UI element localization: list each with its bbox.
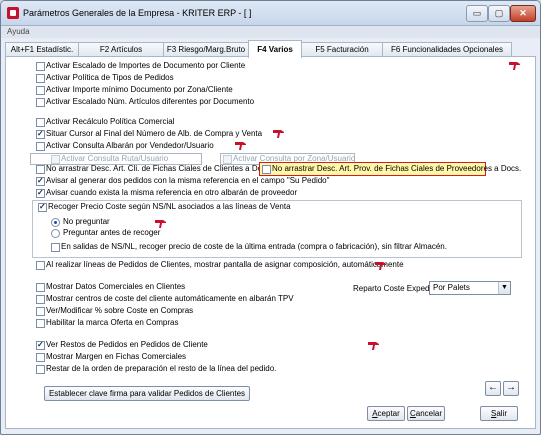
recoger-precio-checkbox[interactable]: [38, 202, 47, 212]
tab-articulos[interactable]: F2 Artículos: [78, 42, 164, 57]
preguntar-radio[interactable]: [51, 229, 60, 238]
tab-facturacion[interactable]: F5 Facturación: [301, 42, 383, 57]
help-icon[interactable]: [235, 142, 247, 151]
prev-arrow-button[interactable]: ←: [485, 381, 501, 396]
consulta-albaran-checkbox[interactable]: [36, 142, 45, 151]
preguntar-label: Preguntar antes de recoger: [63, 228, 161, 237]
reparto-select[interactable]: Por Palets ▼: [429, 281, 511, 295]
recalculo-politica-checkbox[interactable]: [36, 118, 45, 127]
varios-panel: Activar Escalado de Importes de Document…: [5, 56, 536, 429]
centros-coste-checkbox[interactable]: [36, 295, 45, 304]
situar-cursor-checkbox[interactable]: [36, 129, 45, 139]
close-button[interactable]: ✕: [510, 5, 536, 22]
minimize-button[interactable]: ▭: [466, 5, 488, 22]
no-arrastrar-cli-checkbox[interactable]: [36, 165, 45, 174]
maximize-button[interactable]: ▢: [488, 5, 510, 22]
salir-label: alir: [496, 409, 507, 418]
help-icon[interactable]: [509, 62, 521, 71]
reparto-label: Reparto Coste Exped.: [353, 284, 432, 293]
importe-minimo-checkbox[interactable]: [36, 86, 45, 95]
cancelar-label: ancelar: [415, 409, 443, 418]
tab-estadistic[interactable]: Alt+F1 Estadístic.: [5, 42, 79, 57]
parametros-window: Parámetros Generales de la Empresa - KRI…: [0, 0, 541, 435]
reparto-value: Por Palets: [433, 283, 470, 292]
ver-modificar-checkbox[interactable]: [36, 307, 45, 316]
tab-riesgo[interactable]: F3 Riesgo/Marg.Bruto: [163, 42, 249, 57]
establecer-clave-button[interactable]: Establecer clave firma para validar Pedi…: [44, 386, 250, 401]
title-bar: Parámetros Generales de la Empresa - KRI…: [1, 1, 540, 26]
window-title: Parámetros Generales de la Empresa - KRI…: [23, 8, 252, 18]
aceptar-button[interactable]: Aceptar: [367, 406, 405, 421]
consulta-zona-checkbox[interactable]: [223, 155, 232, 164]
tab-funcionalidades[interactable]: F6 Funcionalidades Opcionales: [382, 42, 512, 57]
avisar-pedidos-checkbox[interactable]: [36, 176, 45, 186]
aceptar-label: ceptar: [377, 409, 400, 418]
app-icon: [7, 7, 19, 19]
menu-ayuda[interactable]: Ayuda: [7, 27, 30, 36]
restos-pedidos-checkbox[interactable]: [36, 340, 45, 350]
marca-oferta-checkbox[interactable]: [36, 319, 45, 328]
no-preguntar-label: No preguntar: [63, 217, 110, 226]
help-icon[interactable]: [368, 342, 380, 351]
recoger-precio-group: Recoger Precio Coste según NS/NL asociad…: [32, 200, 522, 258]
escalado-importes-checkbox[interactable]: [36, 62, 45, 71]
restar-orden-checkbox[interactable]: [36, 365, 45, 374]
help-icon[interactable]: [273, 130, 285, 139]
no-preguntar-radio[interactable]: [51, 218, 60, 227]
margen-fichas-checkbox[interactable]: [36, 353, 45, 362]
chevron-down-icon[interactable]: ▼: [498, 282, 510, 294]
no-arrastrar-prov-checkbox[interactable]: [262, 165, 271, 174]
cancelar-button[interactable]: Cancelar: [407, 406, 445, 421]
escalado-articulos-checkbox[interactable]: [36, 98, 45, 107]
help-icon[interactable]: [375, 262, 387, 271]
datos-comerciales-checkbox[interactable]: [36, 283, 45, 292]
salir-button[interactable]: Salir: [480, 406, 518, 421]
consulta-ruta-checkbox[interactable]: [51, 155, 60, 164]
politica-tipos-checkbox[interactable]: [36, 74, 45, 83]
no-arrastrar-prov-highlight: No arrastrar Desc. Art. Prov. de Fichas …: [259, 162, 521, 176]
salidas-nsnl-checkbox[interactable]: [51, 243, 60, 252]
avisar-albaran-checkbox[interactable]: [36, 188, 45, 198]
next-arrow-button[interactable]: →: [503, 381, 519, 396]
menu-bar: Ayuda: [1, 26, 540, 38]
tab-varios[interactable]: F4 Varios: [248, 40, 302, 58]
asignar-composicion-checkbox[interactable]: [36, 261, 45, 270]
tab-strip: Alt+F1 Estadístic. F2 Artículos F3 Riesg…: [5, 40, 532, 58]
